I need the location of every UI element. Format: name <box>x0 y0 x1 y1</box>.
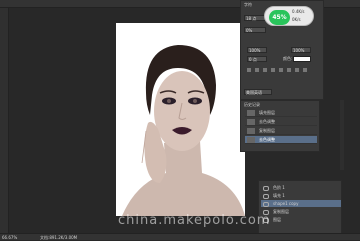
language-select[interactable]: 美国英语 <box>244 89 272 95</box>
superscript-icon[interactable] <box>279 68 283 72</box>
font-size-field[interactable]: 18 点 <box>244 15 266 21</box>
layer-row-selected[interactable]: shape1 copy <box>261 200 341 207</box>
history-item-label: 填充图层 <box>259 110 275 115</box>
history-thumb <box>247 119 255 125</box>
underline-icon[interactable] <box>295 68 299 72</box>
download-speed: 0K/s <box>292 17 301 22</box>
color-label: 颜色: <box>283 56 293 61</box>
layers-panel[interactable]: 色阶 1 填充 1 shape1 copy 复制图层 图层 <box>258 180 342 234</box>
layer-label: shape1 copy <box>273 201 299 206</box>
document-info: 文档:891.2K/3.00M <box>40 235 78 240</box>
tools-panel[interactable] <box>0 8 9 234</box>
document-photo[interactable] <box>116 23 245 216</box>
upload-speed: 0.4K/s <box>292 9 305 14</box>
portrait-image <box>116 23 245 216</box>
subscript-icon[interactable] <box>287 68 291 72</box>
history-item-label: 去色调整 <box>259 137 275 142</box>
layer-row[interactable]: 图层 <box>261 216 341 223</box>
history-thumb <box>247 110 255 116</box>
history-panel[interactable]: 历史记录 填充图层 去色调整 复制图层 去色调整 <box>240 100 320 152</box>
status-bar: 66.67% 文档:891.2K/3.00M <box>0 233 360 240</box>
strikethrough-icon[interactable] <box>303 68 307 72</box>
layer-row[interactable]: 色阶 1 <box>261 184 341 191</box>
history-item[interactable]: 去色调整 <box>245 118 317 126</box>
history-title: 历史记录 <box>244 102 260 107</box>
eye-icon[interactable] <box>263 194 269 199</box>
layer-label: 填充 1 <box>273 193 285 198</box>
watermark: china.makepolo.com <box>118 213 271 228</box>
bold-icon[interactable] <box>247 68 251 72</box>
history-thumb <box>247 128 255 134</box>
panel-scrollbar[interactable] <box>340 100 344 170</box>
usage-badge: 45% <box>269 10 290 25</box>
history-item[interactable]: 填充图层 <box>245 109 317 117</box>
text-color-swatch[interactable] <box>293 56 311 62</box>
baseline-field[interactable]: 0 点 <box>247 56 267 62</box>
history-item-label: 去色调整 <box>259 119 275 124</box>
history-item[interactable]: 复制图层 <box>245 127 317 135</box>
tracking-field[interactable]: 0% <box>244 27 266 33</box>
layer-label: 复制图层 <box>273 209 289 214</box>
layer-row[interactable]: 复制图层 <box>261 208 341 215</box>
layer-label: 图层 <box>273 217 281 222</box>
eye-icon[interactable] <box>263 202 269 207</box>
layer-label: 色阶 1 <box>273 185 285 190</box>
history-item-selected[interactable]: 去色调整 <box>245 136 317 144</box>
italic-icon[interactable] <box>255 68 259 72</box>
history-thumb <box>247 137 255 143</box>
style-buttons-row[interactable] <box>247 67 317 73</box>
horizontal-scale-field[interactable]: 100% <box>291 47 311 53</box>
vertical-scale-field[interactable]: 100% <box>247 47 267 53</box>
small-caps-icon[interactable] <box>271 68 275 72</box>
caps-icon[interactable] <box>263 68 267 72</box>
eye-icon[interactable] <box>263 186 269 191</box>
character-tab[interactable]: 字符 <box>244 2 252 8</box>
history-item-label: 复制图层 <box>259 128 275 133</box>
layer-row[interactable]: 填充 1 <box>261 192 341 199</box>
zoom-level[interactable]: 66.67% <box>2 235 17 240</box>
